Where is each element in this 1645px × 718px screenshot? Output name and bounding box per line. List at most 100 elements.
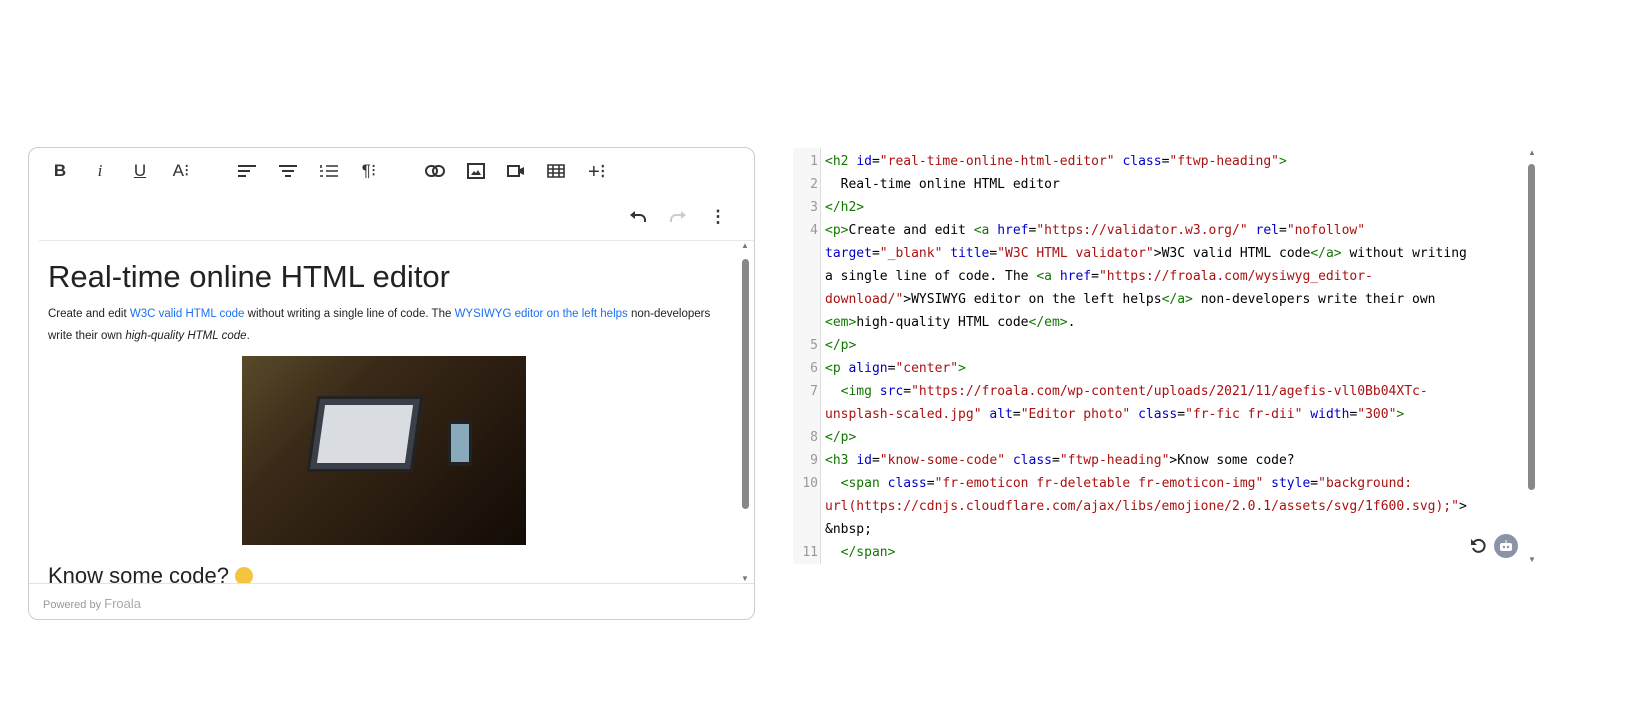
code-token: style <box>1271 476 1311 491</box>
more-options-button[interactable]: +⁝ <box>582 156 612 186</box>
code-line[interactable]: 11 </span> <box>793 541 1533 564</box>
reset-icon <box>1471 538 1486 553</box>
line-number: 4 <box>810 223 818 238</box>
code-token: = <box>871 246 880 261</box>
code-token: Real-time online HTML editor <box>825 177 1060 192</box>
code-token: align <box>848 361 888 376</box>
code-line[interactable]: target="_blank" title="W3C HTML validato… <box>793 242 1533 265</box>
code-token: "ftwp-heading" <box>1169 154 1279 169</box>
undo-button[interactable] <box>623 202 653 232</box>
code-token: </p> <box>825 338 857 353</box>
code-line[interactable]: 9 <h3 id="know-some-code" class="ftwp-hea… <box>793 449 1533 472</box>
insert-table-button[interactable] <box>541 156 571 186</box>
code-line[interactable]: 4 <p>Create and edit <a href = "https://val… <box>793 219 1533 242</box>
code-token: "https://froala.com/wp-content/uploads/2… <box>911 384 1428 399</box>
code-line[interactable]: 10 <span class="fr-emoticon fr-deletable… <box>793 472 1533 495</box>
paragraph-format-button[interactable]: ¶⁝ <box>354 156 384 186</box>
code-token: > <box>958 361 966 376</box>
scroll-up-icon[interactable]: ▲ <box>740 241 750 250</box>
redo-button[interactable] <box>663 202 693 232</box>
code-line[interactable]: download/">WYSIWYG editor on the left he… <box>793 288 1533 311</box>
w3c-link[interactable]: W3C valid HTML code <box>130 308 245 320</box>
code-line[interactable]: 2 Real-time online HTML editor <box>793 173 1533 196</box>
editor-content[interactable]: Real-time online HTML editor Create and … <box>29 241 741 583</box>
code-line[interactable]: 7 <img src="https://froala.com/wp-conten… <box>793 380 1533 403</box>
align-center-button[interactable] <box>273 156 303 186</box>
code-token: "fr-fic fr-dii" <box>1185 407 1303 422</box>
robot-icon <box>1500 540 1512 551</box>
wysiwyg-link[interactable]: WYSIWYG editor on the left helps <box>455 308 628 320</box>
code-token: url(https://cdnjs.cloudflare.com/ajax/li… <box>825 499 1459 514</box>
code-token: = <box>1278 223 1287 238</box>
ai-assistant-button[interactable] <box>1494 534 1518 558</box>
editor-photo[interactable] <box>242 356 526 545</box>
image-icon <box>467 163 485 179</box>
wysiwyg-editor: B i U A⁝ ¶⁝ +⁝ ⋮ Real-time online HTML e… <box>28 147 755 620</box>
code-token: class <box>1122 154 1162 169</box>
undo-icon <box>630 211 646 222</box>
code-text: a single line of code. The <a href="http… <box>825 265 1373 288</box>
code-token: <img <box>840 384 880 399</box>
code-token: </p> <box>825 430 857 445</box>
code-token: <em> <box>825 315 857 330</box>
code-token: "background: <box>1318 476 1413 491</box>
code-line[interactable]: 1 <h2 id="real-time-online-html-editor" c… <box>793 150 1533 173</box>
scroll-thumb[interactable] <box>1528 164 1535 490</box>
scroll-thumb[interactable] <box>742 259 749 509</box>
code-token: <h2 <box>825 154 857 169</box>
code-token: >WYSIWYG editor on the left helps <box>903 292 1162 307</box>
line-number: 8 <box>810 430 818 445</box>
insert-video-button[interactable] <box>501 156 531 186</box>
code-token: > <box>1458 499 1467 514</box>
ordered-list-icon <box>320 165 338 177</box>
emphasis-text: high-quality HTML code <box>125 330 247 342</box>
code-text: <h3 id="know-some-code" class="ftwp-head… <box>825 449 1295 472</box>
code-line[interactable]: 8 </p> <box>793 426 1533 449</box>
code-line[interactable]: 6 <p align="center"> <box>793 357 1533 380</box>
code-text: target="_blank" title="W3C HTML validato… <box>825 242 1467 265</box>
code-line[interactable]: <em>high-quality HTML code</em>. <box>793 311 1533 334</box>
code-token: "https://froala.com/wysiwyg_editor- <box>1098 269 1373 284</box>
html-code-view[interactable]: 1 <h2 id="real-time-online-html-editor" c… <box>793 148 1538 564</box>
code-text: </h2> <box>825 196 864 219</box>
code-text: <span class="fr-emoticon fr-deletable fr… <box>825 472 1412 495</box>
code-line[interactable]: url(https://cdnjs.cloudflare.com/ajax/li… <box>793 495 1533 518</box>
code-line[interactable]: a single line of code. The <a href="http… <box>793 265 1533 288</box>
froala-logo[interactable]: Froala <box>104 596 141 611</box>
laptop-graphic <box>306 396 424 472</box>
code-token: = <box>903 384 912 399</box>
powered-by-label: Powered by <box>43 599 102 611</box>
code-token: </a> <box>1161 292 1193 307</box>
ordered-list-button[interactable] <box>314 156 344 186</box>
link-icon <box>425 165 445 177</box>
code-line[interactable]: 3 </h2> <box>793 196 1533 219</box>
code-token: "W3C HTML validator" <box>997 246 1154 261</box>
line-number: 11 <box>802 545 818 560</box>
code-line[interactable]: &nbsp; <box>793 518 1533 541</box>
italic-button[interactable]: i <box>85 156 115 186</box>
scroll-down-icon[interactable]: ▼ <box>740 574 750 583</box>
code-line[interactable]: unsplash-scaled.jpg" alt="Editor photo" … <box>793 403 1533 426</box>
code-scrollbar[interactable]: ▲ ▼ <box>1526 148 1538 564</box>
underline-button[interactable]: U <box>125 156 155 186</box>
editor-scrollbar[interactable]: ▲ ▼ <box>740 241 750 583</box>
code-token: . <box>1067 315 1076 330</box>
code-token: > <box>1278 154 1287 169</box>
scroll-down-icon[interactable]: ▼ <box>1527 555 1537 564</box>
line-number: 2 <box>810 177 818 192</box>
code-token: class <box>887 476 927 491</box>
code-token: = <box>871 453 880 468</box>
bold-button[interactable]: B <box>45 156 75 186</box>
insert-image-button[interactable] <box>461 156 491 186</box>
code-line[interactable]: 5 </p> <box>793 334 1533 357</box>
more-menu-button[interactable]: ⋮ <box>703 202 733 232</box>
insert-link-button[interactable] <box>420 156 450 186</box>
align-left-button[interactable] <box>232 156 262 186</box>
code-text: </p> <box>825 334 856 357</box>
scroll-up-icon[interactable]: ▲ <box>1527 148 1537 157</box>
code-token: class <box>1138 407 1178 422</box>
reset-button[interactable] <box>1466 534 1490 558</box>
align-left-icon <box>238 165 256 177</box>
text-format-button[interactable]: A⁝ <box>166 156 196 186</box>
